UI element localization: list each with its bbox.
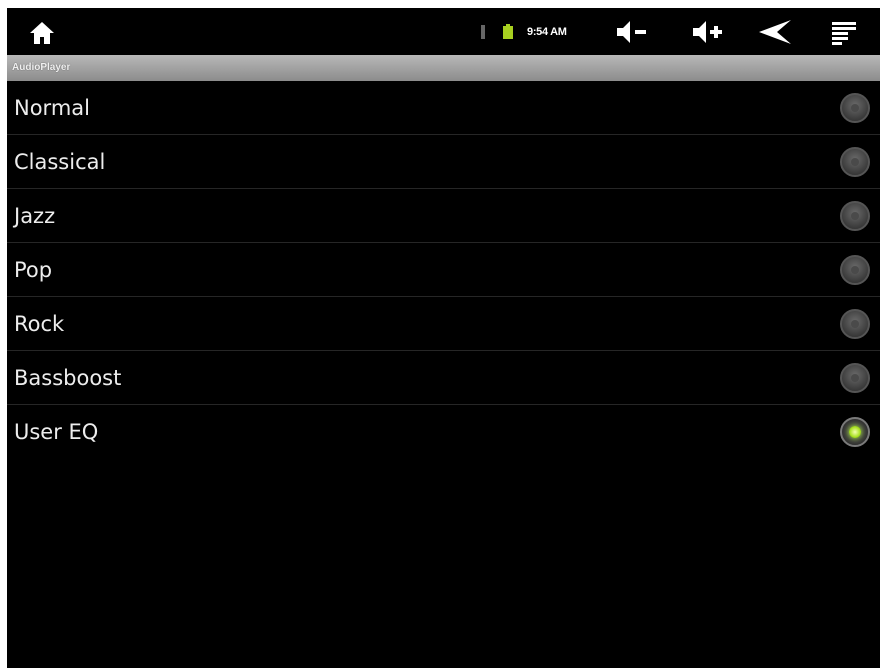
app-title-bar: AudioPlayer bbox=[7, 55, 880, 81]
device-screen: 9:54 AM AudioPlayer Normal Classical Jaz… bbox=[7, 8, 880, 668]
eq-preset-label: Pop bbox=[14, 258, 53, 282]
eq-preset-user-eq[interactable]: User EQ bbox=[7, 405, 880, 459]
eq-preset-label: Jazz bbox=[14, 204, 56, 228]
radio-dot-icon bbox=[851, 104, 859, 112]
radio-dot-icon bbox=[851, 266, 859, 274]
radio-dot-icon bbox=[851, 374, 859, 382]
radio-button-selected[interactable] bbox=[840, 417, 870, 447]
eq-preset-jazz[interactable]: Jazz bbox=[7, 189, 880, 243]
radio-button[interactable] bbox=[840, 147, 870, 177]
volume-up-icon[interactable] bbox=[690, 18, 724, 46]
menu-icon[interactable] bbox=[829, 18, 859, 46]
eq-preset-bassboost[interactable]: Bassboost bbox=[7, 351, 880, 405]
system-status-bar: 9:54 AM bbox=[7, 8, 880, 55]
eq-preset-classical[interactable]: Classical bbox=[7, 135, 880, 189]
eq-preset-label: Normal bbox=[14, 96, 90, 120]
volume-down-icon[interactable] bbox=[614, 18, 648, 46]
radio-dot-icon bbox=[851, 212, 859, 220]
radio-button[interactable] bbox=[840, 93, 870, 123]
radio-button[interactable] bbox=[840, 255, 870, 285]
status-clock: 9:54 AM bbox=[527, 26, 567, 38]
eq-preset-rock[interactable]: Rock bbox=[7, 297, 880, 351]
eq-preset-label: Classical bbox=[14, 150, 106, 174]
usb-icon bbox=[481, 25, 485, 39]
radio-dot-icon bbox=[849, 426, 861, 438]
battery-icon bbox=[503, 24, 513, 39]
eq-preset-normal[interactable]: Normal bbox=[7, 81, 880, 135]
radio-button[interactable] bbox=[840, 363, 870, 393]
back-icon[interactable] bbox=[757, 18, 793, 46]
radio-dot-icon bbox=[851, 158, 859, 166]
eq-preset-label: User EQ bbox=[14, 420, 99, 444]
eq-preset-label: Bassboost bbox=[14, 366, 122, 390]
app-title: AudioPlayer bbox=[12, 62, 71, 73]
radio-dot-icon bbox=[851, 320, 859, 328]
radio-button[interactable] bbox=[840, 201, 870, 231]
eq-preset-label: Rock bbox=[14, 312, 65, 336]
home-icon[interactable] bbox=[29, 21, 55, 45]
eq-preset-list: Normal Classical Jazz Pop Rock Bassboost… bbox=[7, 81, 880, 459]
eq-preset-pop[interactable]: Pop bbox=[7, 243, 880, 297]
radio-button[interactable] bbox=[840, 309, 870, 339]
